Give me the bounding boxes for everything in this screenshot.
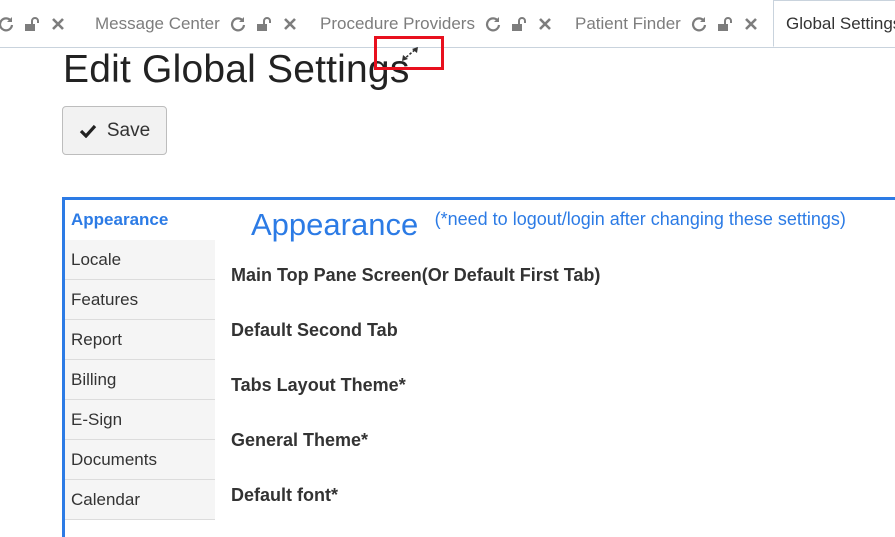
page-title: Edit Global Settings — [63, 48, 410, 91]
field-label-default-second-tab: Default Second Tab — [231, 320, 398, 340]
tab-title: Message Center — [95, 13, 220, 33]
tab-bar: Message Center Procedure Providers Patie… — [0, 0, 895, 48]
nav-item-label: Calendar — [71, 489, 140, 509]
save-label: Save — [106, 119, 151, 141]
nav-item-label: Features — [71, 289, 139, 309]
nav-item-features[interactable]: Features — [65, 280, 215, 320]
nav-item-label: Documents — [71, 449, 157, 469]
resize-icon[interactable] — [400, 45, 420, 68]
close-icon[interactable] — [535, 14, 555, 34]
tab-global-settings[interactable]: Global Settings — [773, 0, 895, 47]
nav-item-label: Appearance — [71, 210, 169, 229]
nav-item-documents[interactable]: Documents — [65, 440, 215, 480]
field-label-default-font: Default font* — [231, 485, 338, 505]
nav-item-locale[interactable]: Locale — [65, 240, 215, 280]
unlock-icon[interactable] — [254, 14, 274, 34]
nav-item-calendar[interactable]: Calendar — [65, 480, 215, 520]
nav-item-label: Report — [71, 329, 123, 349]
section-title: Appearance — [251, 207, 419, 242]
settings-nav: Appearance Locale Features Report Billin… — [65, 200, 215, 520]
nav-item-report[interactable]: Report — [65, 320, 215, 360]
tab-title: Procedure Providers — [320, 13, 475, 33]
refresh-icon[interactable] — [689, 14, 709, 34]
unlock-icon[interactable] — [509, 14, 529, 34]
tab-partial[interactable] — [0, 0, 74, 47]
tab-title: Patient Finder — [575, 13, 681, 33]
refresh-icon[interactable] — [0, 14, 16, 34]
unlock-icon[interactable] — [22, 14, 42, 34]
nav-item-label: Locale — [71, 249, 122, 269]
tab-title: Global Settings — [786, 13, 895, 33]
refresh-icon[interactable] — [228, 14, 248, 34]
close-icon[interactable] — [280, 14, 300, 34]
field-label-main-top-pane: Main Top Pane Screen(Or Default First Ta… — [231, 265, 601, 285]
field-label-tabs-layout-theme: Tabs Layout Theme* — [231, 375, 406, 395]
check-icon — [79, 124, 97, 138]
close-icon[interactable] — [48, 14, 68, 34]
nav-item-appearance[interactable]: Appearance — [65, 200, 215, 240]
nav-item-label: Billing — [71, 369, 117, 389]
field-label-general-theme: General Theme* — [231, 430, 369, 450]
save-button[interactable]: Save — [62, 106, 167, 155]
tab-message-center[interactable]: Message Center — [95, 0, 306, 47]
close-icon[interactable] — [741, 14, 761, 34]
refresh-icon[interactable] — [483, 14, 503, 34]
nav-item-label: E-Sign — [71, 409, 123, 429]
unlock-icon[interactable] — [715, 14, 735, 34]
section-header: Appearance (*need to logout/login after … — [251, 207, 846, 243]
tab-patient-finder[interactable]: Patient Finder — [575, 0, 767, 47]
nav-item-billing[interactable]: Billing — [65, 360, 215, 400]
nav-item-esign[interactable]: E-Sign — [65, 400, 215, 440]
section-note: (*need to logout/login after changing th… — [434, 208, 846, 229]
settings-panel: Appearance Locale Features Report Billin… — [62, 197, 895, 537]
